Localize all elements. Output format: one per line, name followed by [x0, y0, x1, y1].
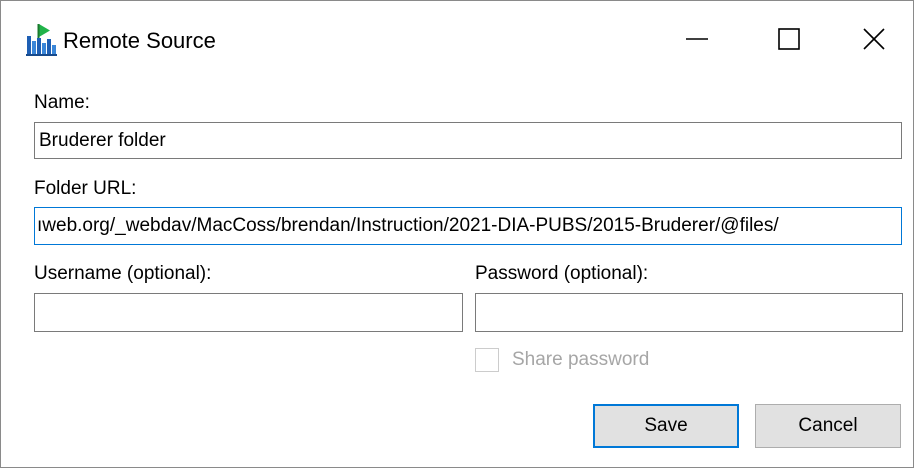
share-password-checkbox[interactable] [475, 348, 499, 372]
cancel-button[interactable]: Cancel [755, 404, 901, 448]
password-label: Password (optional): [475, 263, 649, 284]
window-title: Remote Source [63, 28, 216, 53]
share-password-label: Share password [512, 349, 650, 370]
share-password-checkbox-row[interactable]: Share password [475, 347, 649, 373]
password-input[interactable] [475, 293, 903, 332]
skyline-panorama-icon [26, 24, 57, 56]
maximize-button[interactable] [743, 1, 835, 77]
username-label: Username (optional): [34, 263, 212, 284]
name-label: Name: [34, 92, 90, 113]
dialog-body: Name: Folder URL: Username (optional): P… [1, 77, 913, 467]
folder-url-label: Folder URL: [34, 178, 137, 199]
title-bar[interactable]: Remote Source [1, 1, 913, 77]
close-button[interactable] [835, 1, 913, 77]
save-button[interactable]: Save [593, 404, 739, 448]
maximize-icon [778, 28, 800, 50]
minimize-icon [686, 38, 708, 40]
close-icon [863, 28, 885, 50]
remote-source-dialog: Remote Source Name: Folder URL: Username… [0, 0, 914, 468]
minimize-button[interactable] [651, 1, 743, 77]
folder-url-input[interactable] [34, 207, 902, 245]
username-input[interactable] [34, 293, 463, 332]
name-input[interactable] [34, 122, 902, 159]
